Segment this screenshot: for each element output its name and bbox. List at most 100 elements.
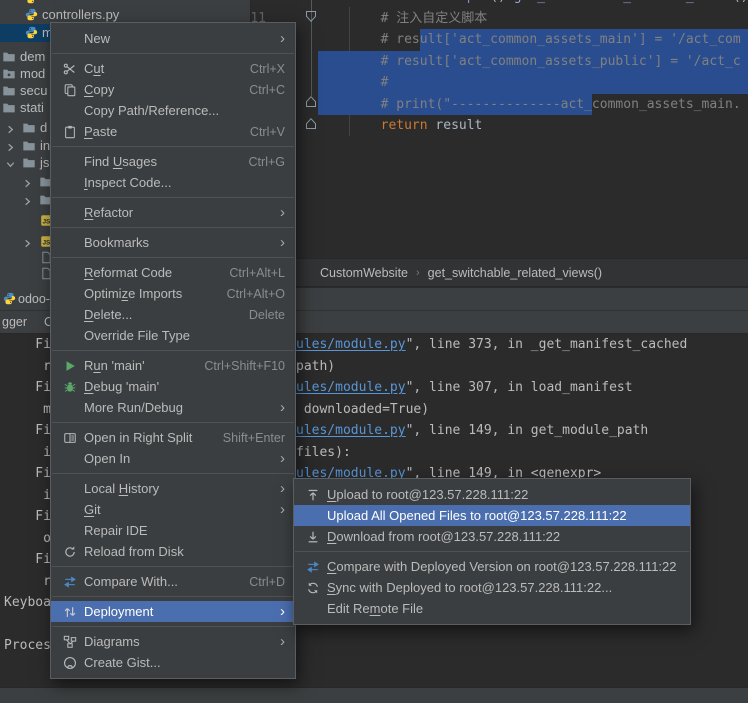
menu-item-reload-from-disk[interactable]: Reload from Disk [51,541,295,562]
submenu-arrow-icon: › [264,605,285,619]
stack-trace-file-link[interactable]: ules/module.py [296,337,406,352]
code-token: get_switchable_related_views [514,0,733,4]
menu-item-debug-main[interactable]: Debug 'main' [51,376,295,397]
icon-spacer [62,523,78,539]
deploy-item-upload-to-root-123-57-228-111-22[interactable]: Upload to root@123.57.228.111:22 [294,484,690,505]
icon-spacer [62,235,78,251]
menu-item-open-in[interactable]: Open In › [51,448,295,469]
code-line[interactable]: # 注入自定义脚本 [318,8,487,30]
menu-item-label: Compare with Deployed Version on root@12… [327,559,677,574]
menu-item-optimize-imports[interactable]: Optimize ImportsCtrl+Alt+O [51,283,295,304]
icon-spacer [62,205,78,221]
fold-end-icon[interactable] [305,95,317,113]
menu-item-create-gist[interactable]: Create Gist... [51,652,295,673]
ide-window: 10 result = super().get_switchable_relat… [0,0,748,703]
code-line[interactable]: # print("--------------act_common_assets… [318,94,741,116]
code-line[interactable]: # result['act_common_assets_main'] = '/a… [318,29,741,51]
breadcrumb-item-method[interactable]: get_switchable_related_views() [428,266,602,280]
stack-trace-text: ", line 373, in _get_manifest_cached [406,337,688,352]
icon-spacer [62,265,78,281]
code-token: = [428,0,451,4]
icon-spacer [62,307,78,323]
menu-item-delete[interactable]: Delete... Delete [51,304,295,325]
menu-item-compare-with[interactable]: Compare With...Ctrl+D [51,571,295,592]
menu-item-paste[interactable]: PasteCtrl+V [51,121,295,142]
menu-item-copy-path-reference[interactable]: Copy Path/Reference... [51,100,295,121]
console-line: files): [296,442,351,464]
code-token: result [428,118,483,133]
copy-icon [62,82,78,98]
menu-item-repair-ide[interactable]: Repair IDE [51,520,295,541]
breadcrumb-item-class[interactable]: CustomWebsite [320,266,408,280]
menu-item-bookmarks[interactable]: Bookmarks› [51,232,295,253]
menu-item-deployment[interactable]: Deployment › [51,601,295,622]
run-tab-title[interactable]: odoo- [18,292,50,306]
split-icon [62,430,78,446]
submenu-arrow-icon: › [264,635,285,649]
menu-separator [52,227,294,228]
menu-item-shortcut: Ctrl+C [233,83,285,97]
menu-item-label: Compare With... [84,574,178,589]
menu-item-find-usages[interactable]: Find UsagesCtrl+G [51,151,295,172]
menu-item-label: Open In [84,451,130,466]
menu-item-reformat-code[interactable]: Reformat CodeCtrl+Alt+L [51,262,295,283]
menu-item-more-run-debug[interactable]: More Run/Debug› [51,397,295,418]
code-token [318,0,381,4]
menu-item-shortcut: Delete [233,308,285,322]
menu-item-new[interactable]: New› [51,28,295,49]
code-line[interactable]: return result [318,115,482,137]
deploy-item-edit-remote-file[interactable]: Edit Remote File [294,598,690,619]
deploy-item-compare-with-deployed-version-on-root-123-57-228-111-22[interactable]: Compare with Deployed Version on root@12… [294,556,690,577]
fold-collapse-icon[interactable] [305,10,317,28]
menu-item-run-main[interactable]: Run 'main'Ctrl+Shift+F10 [51,355,295,376]
upload-icon [305,487,321,503]
menu-item-cut[interactable]: CutCtrl+X [51,58,295,79]
chevron-right-icon[interactable] [22,194,33,212]
menu-item-copy[interactable]: CopyCtrl+C [51,79,295,100]
menu-item-label: Delete... [84,307,132,322]
menu-item-label: Edit Remote File [327,601,423,616]
menu-item-shortcut: Ctrl+Alt+L [213,266,285,280]
menu-item-label: Repair IDE [84,523,148,538]
stack-trace-file-link[interactable]: ules/module.py [296,380,406,395]
code-line[interactable]: # result['act_common_assets_public'] = '… [318,51,741,73]
code-line[interactable]: # [318,72,388,94]
tree-item-label: secu [20,83,47,98]
menu-item-refactor[interactable]: Refactor› [51,202,295,223]
folder-icon [2,101,16,120]
deployment-icon [62,604,78,620]
menu-item-shortcut: Shift+Enter [207,431,285,445]
stack-trace-file-link[interactable]: ules/module.py [296,423,406,438]
menu-item-git[interactable]: Git› [51,499,295,520]
menu-item-local-history[interactable]: Local History› [51,478,295,499]
code-token: # result['act_common_assets_main'] = '/a… [318,32,741,47]
debug-icon [62,379,78,395]
code-line[interactable]: result = super().get_switchable_related_… [318,0,748,8]
tree-item-label: mod [20,66,45,81]
menu-separator [52,422,294,423]
menu-item-label: Deployment [84,604,153,619]
menu-item-inspect-code[interactable]: Inspect Code... [51,172,295,193]
deploy-item-download-from-root-123-57-228-111-22[interactable]: Download from root@123.57.228.111:22 [294,526,690,547]
sync-icon [305,580,321,596]
menu-separator [52,53,294,54]
deploy-item-upload-all-opened-files-to-root-123-57-228-111-22[interactable]: Upload All Opened Files to root@123.57.2… [294,505,690,526]
deploy-item-sync-with-deployed-to-root-123-57-228-111-22[interactable]: Sync with Deployed to root@123.57.228.11… [294,577,690,598]
submenu-arrow-icon: › [264,452,285,466]
menu-item-label: Upload to root@123.57.228.111:22 [327,487,528,502]
menu-item-shortcut: Ctrl+V [234,125,285,139]
console-line: ules/module.py", line 149, in get_module… [296,420,648,442]
stack-trace-text: downloaded=True) [296,402,429,417]
tab-debugger[interactable]: gger [2,315,27,329]
menu-item-label: Download from root@123.57.228.111:22 [327,529,560,544]
menu-item-override-file-type[interactable]: Override File Type [51,325,295,346]
scissors-icon [62,61,78,77]
menu-item-diagrams[interactable]: Diagrams › [51,631,295,652]
menu-item-label: Diagrams [84,634,140,649]
fold-end-icon[interactable] [305,117,317,135]
console-line: downloaded=True) [296,399,429,421]
menu-item-label: Open in Right Split [84,430,192,445]
menu-item-open-in-right-split[interactable]: Open in Right Split Shift+Enter [51,427,295,448]
code-token: result [381,0,428,4]
console-line: ules/module.py", line 307, in load_manif… [296,377,633,399]
